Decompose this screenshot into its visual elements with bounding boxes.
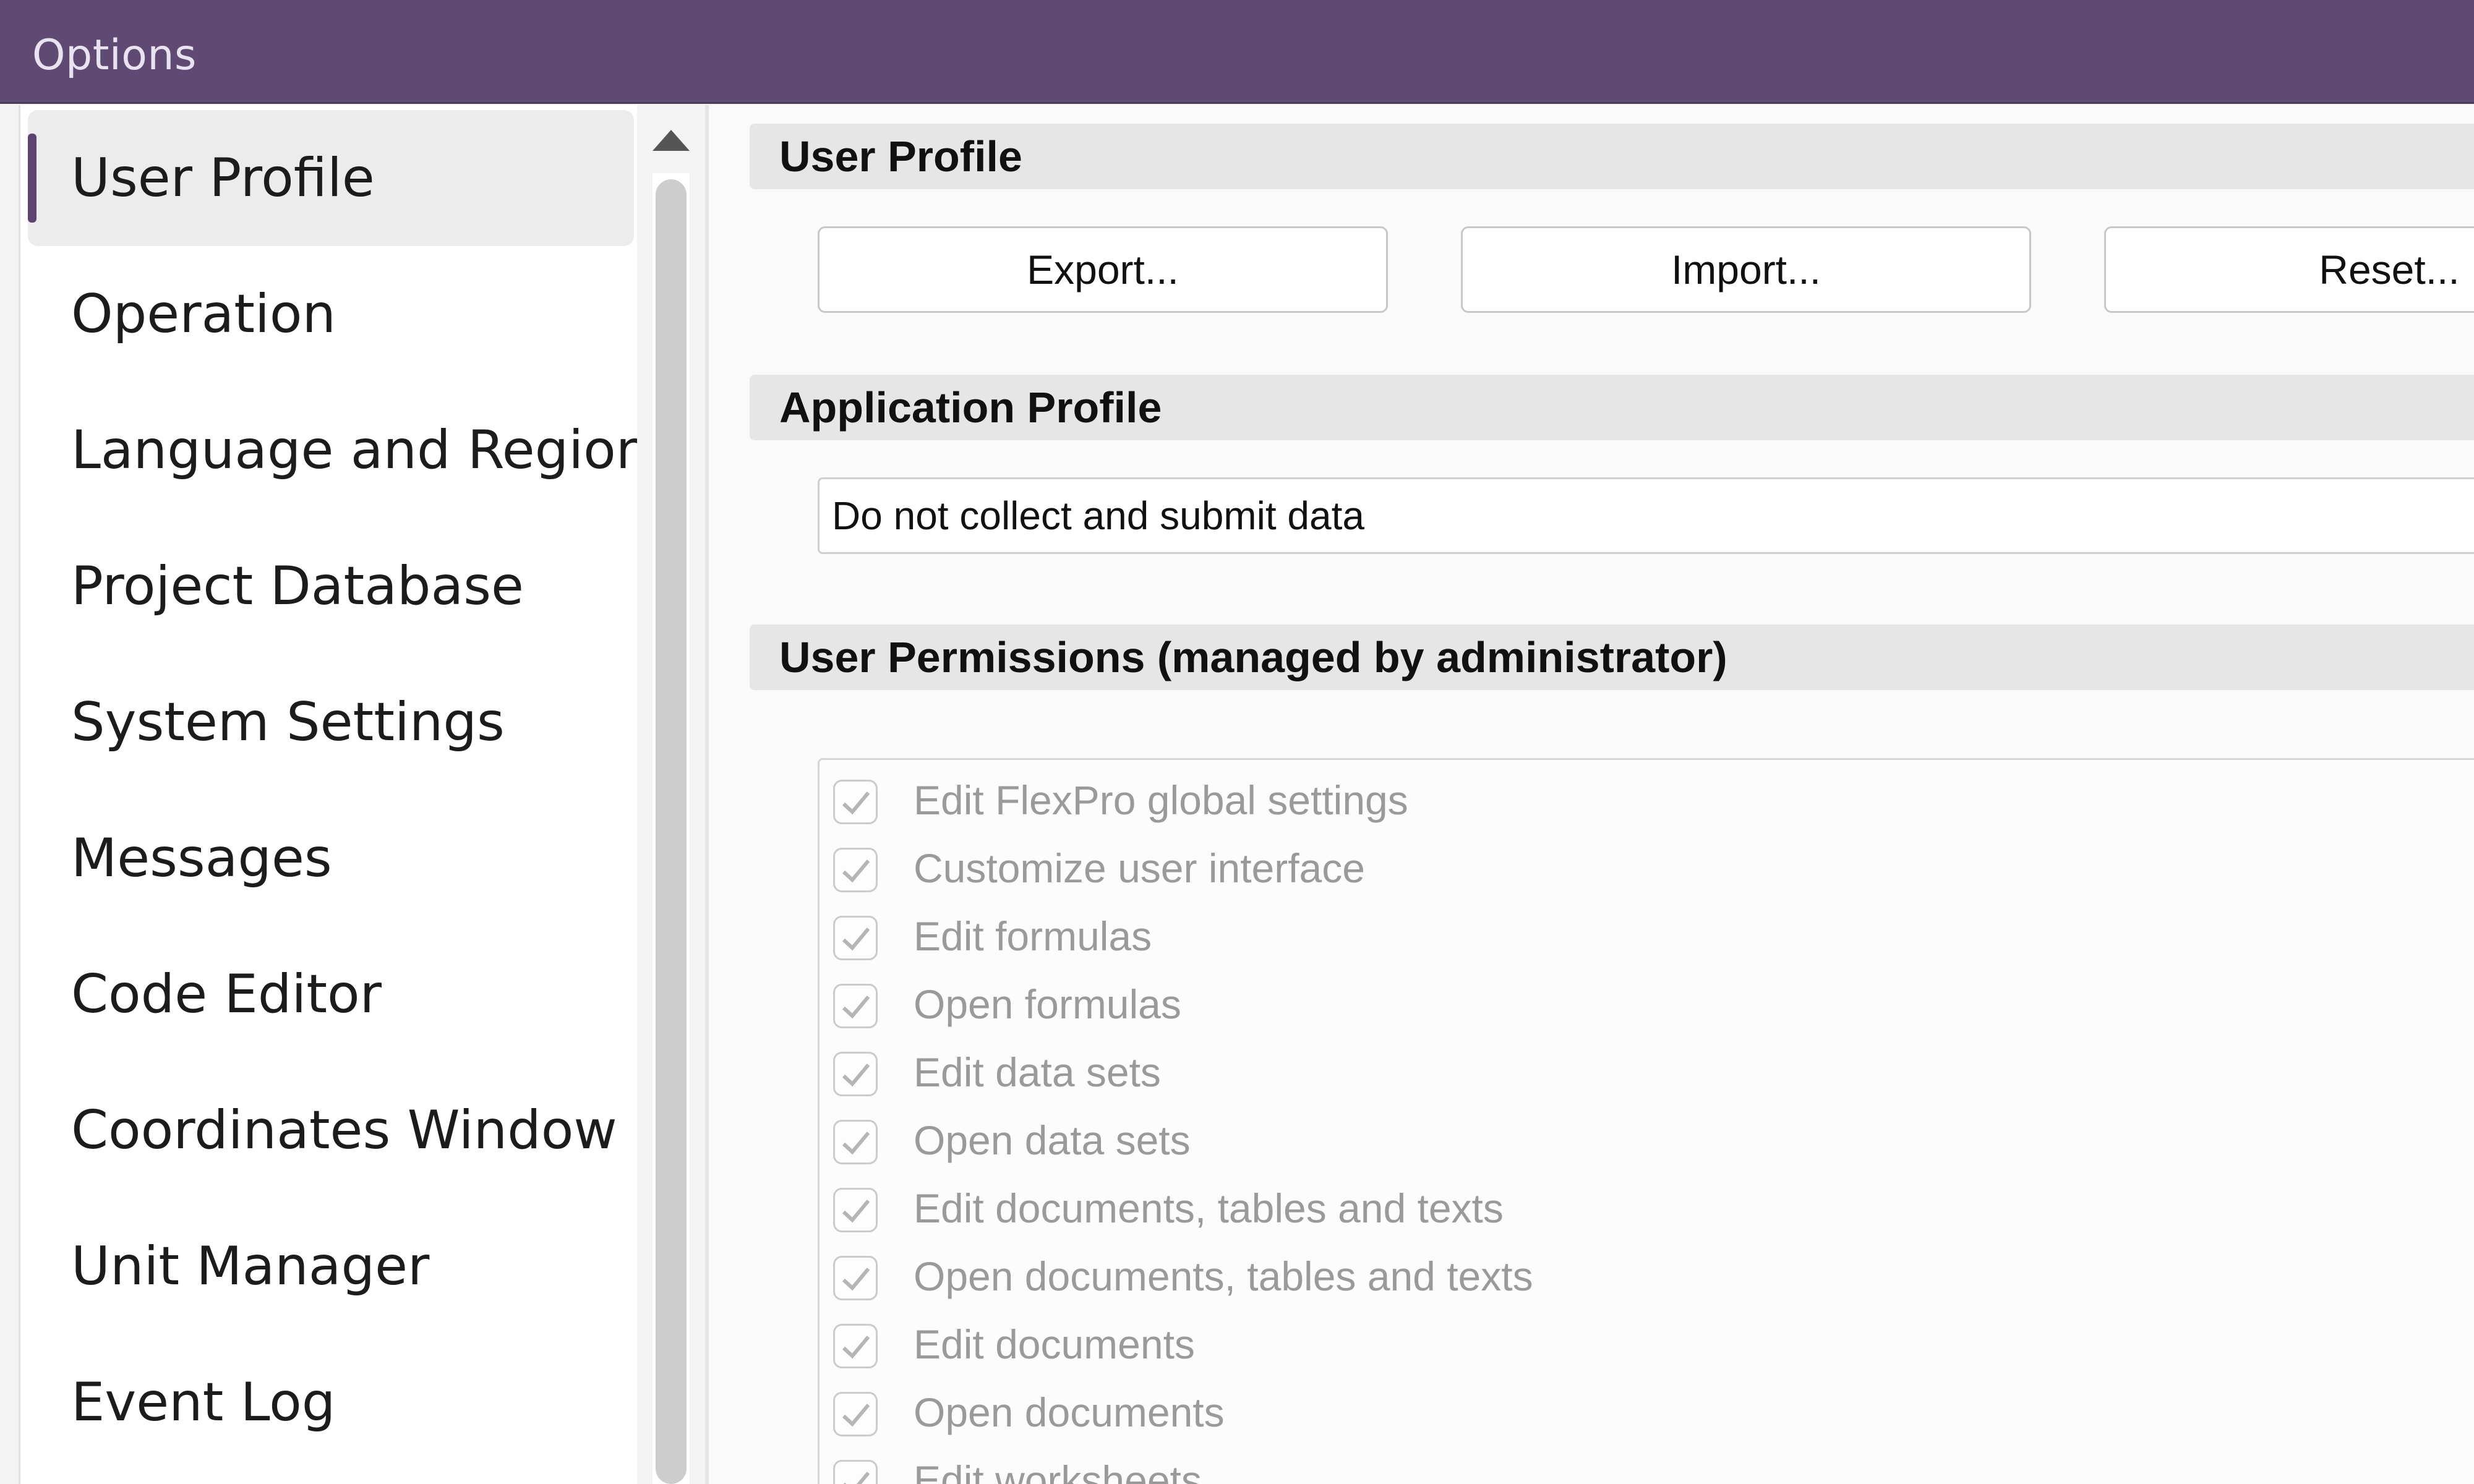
permission-item: Edit formulas xyxy=(820,902,2428,970)
checkbox-checked-icon xyxy=(833,1460,878,1484)
permission-item: Edit documents xyxy=(820,1310,2428,1378)
checkbox-checked-icon xyxy=(833,916,878,960)
sidebar-item-label: Language and Region xyxy=(71,419,637,481)
permission-item: Open documents, tables and texts xyxy=(820,1242,2428,1310)
sidebar-item-messages[interactable]: Messages xyxy=(28,790,634,926)
permission-label: Open data sets xyxy=(914,1117,1191,1163)
permission-label: Open documents, tables and texts xyxy=(914,1253,1533,1299)
permission-label: Open formulas xyxy=(914,981,1181,1027)
title-bar: Options xyxy=(0,0,2474,104)
permission-label: Edit formulas xyxy=(914,913,1152,959)
checkbox-checked-icon xyxy=(833,848,878,892)
export-button[interactable]: Export... xyxy=(818,226,1388,313)
permission-item: Edit documents, tables and texts xyxy=(820,1174,2428,1242)
permission-label: Edit documents xyxy=(914,1321,1195,1367)
sidebar-item-label: Messages xyxy=(71,827,332,889)
window-title: Options xyxy=(32,31,197,80)
settings-panel: User Profile Export... Import... Reset..… xyxy=(709,105,2474,1484)
sidebar-item-user-profile[interactable]: User Profile xyxy=(28,110,634,246)
checkbox-checked-icon xyxy=(833,1392,878,1436)
permissions-list: Edit FlexPro global settings Customize u… xyxy=(818,758,2474,1484)
sidebar-item-language-and-region[interactable]: Language and Region xyxy=(28,382,637,518)
sidebar-item-coordinates-window[interactable]: Coordinates Window xyxy=(28,1062,634,1198)
permission-item: Customize user interface xyxy=(820,834,2428,902)
checkbox-checked-icon xyxy=(833,1120,878,1164)
checkbox-checked-icon xyxy=(833,1188,878,1232)
permission-item: Open data sets xyxy=(820,1106,2428,1174)
permission-item: Open documents xyxy=(820,1378,2428,1446)
import-button[interactable]: Import... xyxy=(1461,226,2031,313)
checkbox-checked-icon xyxy=(833,1052,878,1096)
application-profile-value: Do not collect and submit data xyxy=(832,493,1364,538)
permission-label: Edit data sets xyxy=(914,1049,1161,1095)
sidebar-item-label: Operation xyxy=(71,283,336,345)
checkbox-checked-icon xyxy=(833,984,878,1028)
checkbox-checked-icon xyxy=(833,1324,878,1368)
checkbox-checked-icon xyxy=(833,1256,878,1300)
sidebar-item-label: User Profile xyxy=(71,147,375,209)
section-header-user-profile: User Profile xyxy=(750,124,2474,189)
sidebar-item-label: System Settings xyxy=(71,691,505,753)
sidebar-item-label: Event Log xyxy=(71,1371,336,1433)
permission-item: Open formulas xyxy=(820,970,2428,1038)
permission-label: Edit worksheets xyxy=(914,1457,1202,1484)
sidebar-item-label: Project Database xyxy=(71,555,524,617)
sidebar-item-system-settings[interactable]: System Settings xyxy=(28,654,634,790)
permission-label: Edit documents, tables and texts xyxy=(914,1185,1504,1231)
scroll-up-arrow-icon[interactable] xyxy=(653,130,690,151)
permission-label: Edit FlexPro global settings xyxy=(914,777,1408,823)
sidebar-item-label: Coordinates Window xyxy=(71,1099,617,1161)
sidebar-item-unit-manager[interactable]: Unit Manager xyxy=(28,1198,634,1334)
sidebar-item-project-database[interactable]: Project Database xyxy=(28,518,634,654)
reset-button[interactable]: Reset... xyxy=(2104,226,2474,313)
sidebar-item-label: Code Editor xyxy=(71,963,382,1025)
options-sidebar: User Profile Operation Language and Regi… xyxy=(19,105,637,1484)
permission-label: Open documents xyxy=(914,1389,1225,1435)
application-profile-select[interactable]: Do not collect and submit data xyxy=(818,477,2474,554)
permission-label: Customize user interface xyxy=(914,845,1365,891)
permission-item: Edit data sets xyxy=(820,1038,2428,1106)
permission-item: Edit worksheets xyxy=(820,1446,2428,1484)
checkbox-checked-icon xyxy=(833,780,878,824)
sidebar-item-code-editor[interactable]: Code Editor xyxy=(28,926,634,1062)
sidebar-item-operation[interactable]: Operation xyxy=(28,246,634,382)
sidebar-item-event-log[interactable]: Event Log xyxy=(28,1334,634,1470)
permission-item: Edit FlexPro global settings xyxy=(820,766,2428,834)
section-header-user-permissions: User Permissions (managed by administrat… xyxy=(750,625,2474,690)
sidebar-item-label: Unit Manager xyxy=(71,1235,430,1297)
sidebar-scrollbar-thumb[interactable] xyxy=(656,179,687,1484)
section-header-application-profile: Application Profile xyxy=(750,375,2474,440)
